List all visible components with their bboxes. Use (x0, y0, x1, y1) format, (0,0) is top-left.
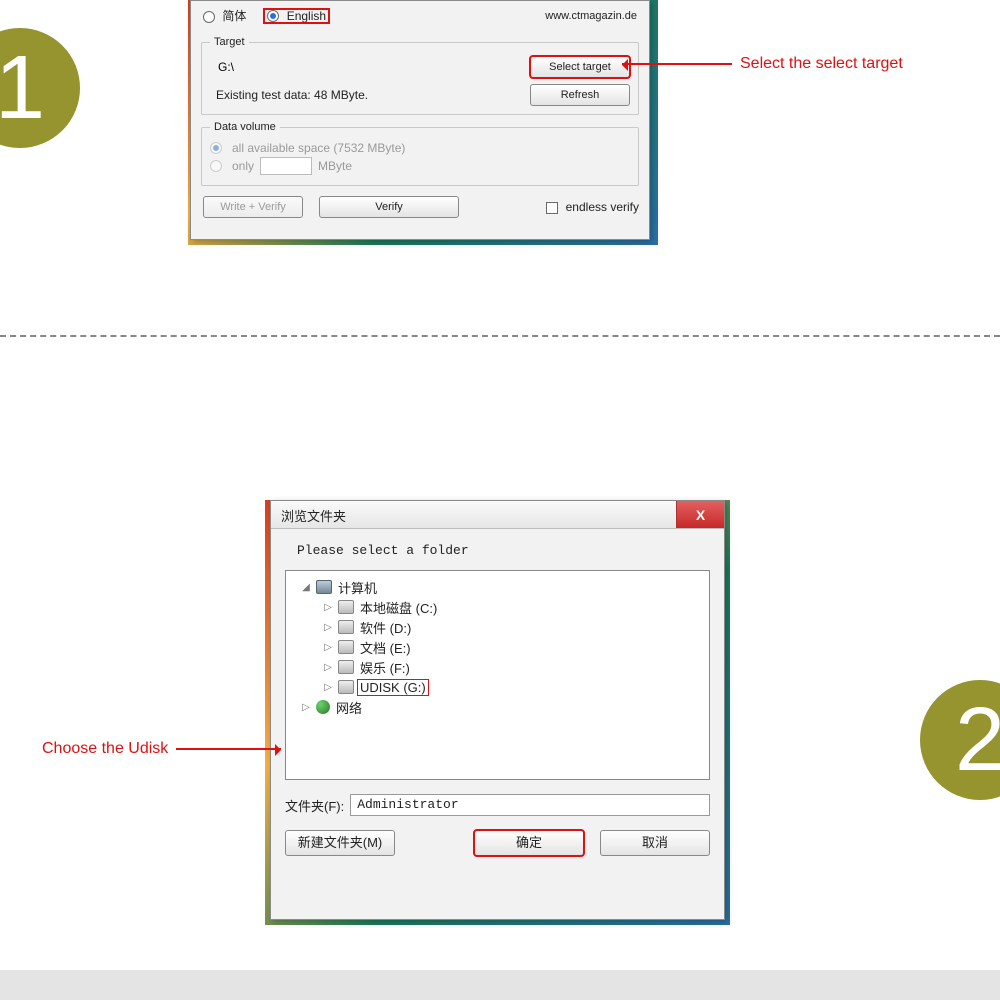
write-verify-button[interactable]: Write + Verify (203, 196, 303, 218)
lang-en-option[interactable]: English (264, 9, 329, 23)
collapse-icon[interactable]: ◢ (300, 582, 312, 593)
target-drive-label: G:\ (210, 60, 234, 74)
cancel-button[interactable]: 取消 (600, 830, 710, 856)
folder-tree[interactable]: ◢ 计算机 ▷ 本地磁盘 (C:) ▷ 软件 (D:) ▷ 文档 (E:) ▷ … (285, 570, 710, 780)
radio-icon (210, 142, 222, 154)
tree-label: 本地磁盘 (C:) (358, 598, 439, 617)
new-folder-button[interactable]: 新建文件夹(M) (285, 830, 395, 856)
expand-icon[interactable]: ▷ (322, 602, 334, 613)
dv-only-input[interactable] (260, 157, 312, 175)
language-row: 简体 English www.ctmagazin.de (201, 5, 639, 30)
step-2-badge: 2 (920, 680, 1000, 800)
annotation-select-target: Select the select target (622, 55, 911, 73)
tree-label-computer: 计算机 (336, 578, 379, 597)
verify-button[interactable]: Verify (319, 196, 459, 218)
tree-label-network: 网络 (334, 698, 364, 717)
target-group: Target G:\ Select target Existing test d… (201, 36, 639, 115)
tree-label: 娱乐 (F:) (358, 658, 412, 677)
folder-label: 文件夹(F): (285, 796, 344, 815)
dialog-title: 浏览文件夹 (271, 501, 356, 528)
lang-cn-label: 简体 (222, 9, 246, 23)
network-icon (316, 700, 330, 714)
drive-icon (338, 640, 354, 654)
endless-verify-option[interactable]: endless verify (546, 200, 639, 214)
data-volume-legend: Data volume (210, 121, 280, 133)
existing-test-data: Existing test data: 48 MByte. (210, 88, 368, 102)
checkbox-icon (546, 202, 558, 214)
folder-name-input[interactable]: Administrator (350, 794, 710, 816)
dv-all-label: all available space (7532 MByte) (232, 141, 405, 155)
drive-icon (338, 660, 354, 674)
annotation-2-text: Choose the Udisk (42, 740, 168, 758)
expand-icon[interactable]: ▷ (300, 702, 312, 713)
tree-node-drive-g-udisk[interactable]: ▷ UDISK (G:) (322, 677, 703, 697)
folder-name-row: 文件夹(F): Administrator (271, 788, 724, 822)
drive-icon (338, 680, 354, 694)
tree-label: 软件 (D:) (358, 618, 413, 637)
refresh-button[interactable]: Refresh (530, 84, 630, 106)
close-icon: X (696, 507, 705, 523)
radio-checked-icon (267, 10, 279, 22)
expand-icon[interactable]: ▷ (322, 622, 334, 633)
annotation-1-text: Select the select target (740, 55, 903, 73)
dialog-instruction: Please select a folder (271, 529, 724, 566)
tree-node-drive-d[interactable]: ▷ 软件 (D:) (322, 617, 703, 637)
h2testw-window: 简体 English www.ctmagazin.de Target G:\ S… (190, 0, 650, 240)
bottom-bar (0, 970, 1000, 1000)
expand-icon[interactable]: ▷ (322, 662, 334, 673)
browse-folder-dialog: 浏览文件夹 X Please select a folder ◢ 计算机 ▷ 本… (270, 500, 725, 920)
drive-icon (338, 620, 354, 634)
tree-node-drive-f[interactable]: ▷ 娱乐 (F:) (322, 657, 703, 677)
close-button[interactable]: X (676, 501, 724, 528)
tree-node-computer[interactable]: ◢ 计算机 (300, 577, 703, 597)
step-1-badge: 1 (0, 28, 80, 148)
tree-node-network[interactable]: ▷ 网络 (300, 697, 703, 717)
tree-label: 文档 (E:) (358, 638, 413, 657)
target-legend: Target (210, 36, 249, 48)
lang-en-label: English (287, 9, 326, 23)
lang-cn-option[interactable]: 简体 (203, 7, 246, 24)
radio-icon (203, 11, 215, 23)
dv-all-option[interactable]: all available space (7532 MByte) (210, 141, 630, 155)
endless-verify-label: endless verify (566, 200, 639, 214)
titlebar: 浏览文件夹 X (271, 501, 724, 529)
annotation-choose-udisk: Choose the Udisk (34, 740, 281, 758)
tree-node-drive-c[interactable]: ▷ 本地磁盘 (C:) (322, 597, 703, 617)
dialog-buttons: 新建文件夹(M) 确定 取消 (271, 822, 724, 868)
expand-icon[interactable]: ▷ (322, 682, 334, 693)
computer-icon (316, 580, 332, 594)
expand-icon[interactable]: ▷ (322, 642, 334, 653)
step-separator (0, 335, 1000, 337)
ok-button[interactable]: 确定 (474, 830, 584, 856)
site-url: www.ctmagazin.de (545, 10, 637, 22)
dv-only-option[interactable]: only MByte (210, 157, 630, 175)
drive-icon (338, 600, 354, 614)
action-row: Write + Verify Verify endless verify (201, 196, 639, 218)
tree-node-drive-e[interactable]: ▷ 文档 (E:) (322, 637, 703, 657)
data-volume-group: Data volume all available space (7532 MB… (201, 121, 639, 186)
tree-label-udisk: UDISK (G:) (358, 680, 428, 695)
radio-icon (210, 160, 222, 172)
dv-only-label: only (232, 159, 254, 173)
select-target-button[interactable]: Select target (530, 56, 630, 78)
dv-unit: MByte (318, 159, 352, 173)
